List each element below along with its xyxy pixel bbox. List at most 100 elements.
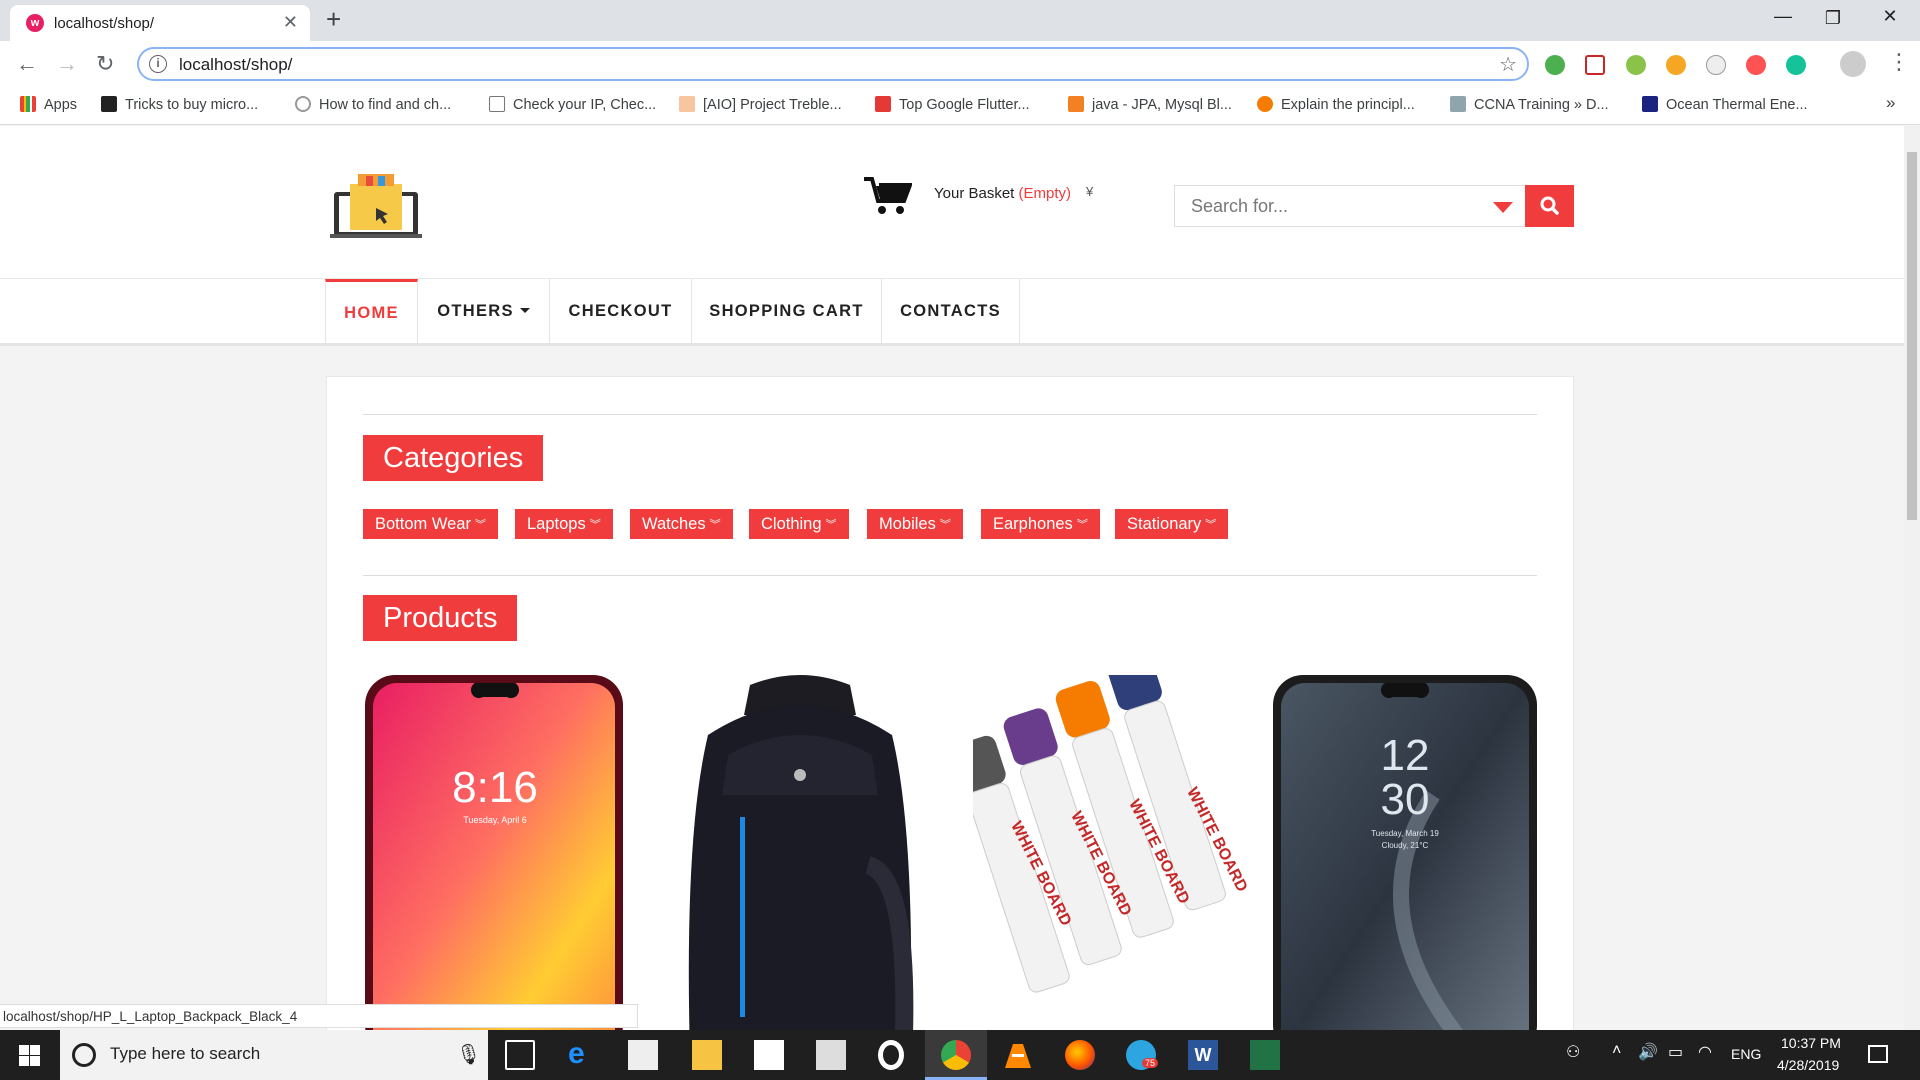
divider bbox=[363, 414, 1537, 415]
people-icon[interactable]: ⚇ bbox=[1566, 1042, 1580, 1062]
chrome-taskbar-active[interactable] bbox=[925, 1030, 987, 1080]
store-icon[interactable] bbox=[628, 1040, 658, 1070]
bookmark-item[interactable]: Tricks to buy micro... bbox=[101, 96, 258, 113]
firefox-icon[interactable] bbox=[1065, 1040, 1095, 1070]
site-info-icon[interactable]: i bbox=[149, 55, 167, 73]
clock-date[interactable]: 4/28/2019 bbox=[1777, 1057, 1839, 1073]
taskbar-search-box[interactable]: Type here to search 🎙 bbox=[60, 1030, 488, 1080]
bookmark-item[interactable]: Ocean Thermal Ene... bbox=[1642, 96, 1808, 113]
nav-shopping-cart[interactable]: SHOPPING CART bbox=[692, 279, 882, 344]
page-scrollbar[interactable] bbox=[1904, 126, 1920, 1030]
apps-grid-icon bbox=[20, 96, 36, 112]
caret-down-icon bbox=[519, 308, 530, 313]
profile-avatar[interactable] bbox=[1840, 51, 1866, 77]
extension-s-icon[interactable] bbox=[1706, 55, 1726, 75]
tray-chevron-icon[interactable]: ˄ bbox=[1612, 1042, 1621, 1060]
wamp-favicon-icon: w bbox=[26, 14, 44, 32]
bookmark-item[interactable]: CCNA Training » D... bbox=[1450, 96, 1609, 113]
category-earphones[interactable]: Earphones ︾ bbox=[981, 509, 1100, 539]
nav-others[interactable]: OTHERS bbox=[418, 279, 550, 344]
extension-pocket-icon[interactable] bbox=[1585, 55, 1605, 75]
bookmark-favicon-icon bbox=[101, 96, 117, 112]
double-chevron-down-icon[interactable]: ¥ bbox=[1086, 184, 1093, 199]
new-tab-button[interactable]: + bbox=[326, 4, 341, 35]
task-view-icon[interactable] bbox=[505, 1040, 535, 1070]
spreadsheet-icon[interactable] bbox=[1250, 1040, 1280, 1070]
mail-icon[interactable] bbox=[754, 1040, 784, 1070]
search-category-dropdown-icon[interactable] bbox=[1493, 202, 1513, 213]
action-center-icon[interactable] bbox=[1868, 1045, 1888, 1063]
clock-time[interactable]: 10:37 PM bbox=[1781, 1035, 1841, 1051]
basket-summary[interactable]: Your Basket (Empty) bbox=[934, 185, 1071, 202]
bookmark-item[interactable]: [AIO] Project Treble... bbox=[679, 96, 842, 113]
search-button[interactable] bbox=[1525, 185, 1574, 227]
forward-arrow-icon[interactable]: → bbox=[56, 51, 78, 77]
bookmarks-bar: Apps Tricks to buy micro... How to find … bbox=[0, 87, 1920, 125]
wifi-icon[interactable]: ◠ bbox=[1698, 1042, 1712, 1062]
bookmark-item[interactable]: java - JPA, Mysql Bl... bbox=[1068, 96, 1232, 113]
bookmark-item[interactable]: How to find and ch... bbox=[295, 96, 451, 113]
phone-clock-date: Tuesday, April 6 bbox=[463, 815, 527, 825]
back-arrow-icon[interactable]: ← bbox=[16, 51, 38, 77]
file-explorer-icon[interactable] bbox=[692, 1040, 722, 1070]
nav-contacts[interactable]: CONTACTS bbox=[882, 279, 1020, 344]
extension-money-icon[interactable] bbox=[1626, 55, 1646, 75]
bookmark-item[interactable]: Explain the principl... bbox=[1257, 96, 1415, 113]
shopping-cart-icon[interactable] bbox=[864, 176, 912, 216]
search-input[interactable] bbox=[1175, 186, 1475, 226]
product-whiteboard-markers[interactable]: WHITE BOARD WHITE BOARD WHITE BOARD WHIT… bbox=[951, 653, 1250, 1030]
minimize-button[interactable]: — bbox=[1763, 6, 1803, 27]
opera-icon[interactable] bbox=[878, 1040, 904, 1070]
web-page: Your Basket (Empty) ¥ HOME OTHERS CHECKO… bbox=[0, 126, 1904, 1030]
category-watches[interactable]: Watches ︾ bbox=[630, 509, 733, 539]
basket-status: (Empty) bbox=[1018, 185, 1072, 202]
bookmark-item[interactable]: Top Google Flutter... bbox=[875, 96, 1030, 113]
page-icon bbox=[489, 96, 505, 112]
windows-start-icon[interactable] bbox=[19, 1045, 40, 1066]
vlc-icon[interactable] bbox=[1003, 1040, 1033, 1070]
search-icon bbox=[295, 96, 311, 112]
extension-cookie-icon[interactable] bbox=[1666, 55, 1686, 75]
bookmarks-overflow-icon[interactable]: » bbox=[1886, 93, 1895, 113]
language-indicator[interactable]: ENG bbox=[1731, 1046, 1761, 1062]
category-stationary[interactable]: Stationary ︾ bbox=[1115, 509, 1229, 539]
phone-clock-hour: 12 bbox=[1380, 731, 1430, 780]
window-close-button[interactable]: ✕ bbox=[1870, 6, 1910, 27]
close-tab-icon[interactable]: ✕ bbox=[283, 12, 298, 33]
double-chevron-down-icon: ︾ bbox=[1076, 519, 1088, 531]
video-editor-icon[interactable] bbox=[816, 1040, 846, 1070]
nav-checkout[interactable]: CHECKOUT bbox=[550, 279, 692, 344]
shop-logo[interactable] bbox=[330, 172, 422, 238]
telegram-icon[interactable]: 75 bbox=[1126, 1040, 1159, 1070]
battery-icon[interactable]: ▭ bbox=[1668, 1042, 1683, 1062]
extension-globe-icon[interactable] bbox=[1545, 55, 1565, 75]
menu-kebab-icon[interactable]: ⋮ bbox=[1888, 49, 1910, 75]
category-clothing[interactable]: Clothing ︾ bbox=[749, 509, 849, 539]
bookmark-apps[interactable]: Apps bbox=[20, 96, 77, 113]
divider bbox=[363, 575, 1537, 576]
scrollbar-thumb[interactable] bbox=[1907, 152, 1917, 520]
category-mobiles[interactable]: Mobiles ︾ bbox=[867, 509, 963, 539]
restore-button[interactable]: ❐ bbox=[1813, 8, 1853, 29]
product-laptop-backpack[interactable] bbox=[668, 675, 932, 1030]
volume-icon[interactable]: 🔊 bbox=[1638, 1042, 1658, 1062]
edge-browser-icon[interactable]: e bbox=[568, 1039, 598, 1070]
reload-icon[interactable]: ↻ bbox=[96, 51, 114, 77]
product-phone-dark[interactable]: 12 30 Tuesday, March 19 Cloudy, 21°C bbox=[1273, 675, 1537, 1030]
bookmark-item[interactable]: Check your IP, Chec... bbox=[489, 96, 656, 113]
extension-arrow-icon[interactable] bbox=[1746, 55, 1766, 75]
phone-weather: Cloudy, 21°C bbox=[1381, 841, 1429, 850]
main-nav: HOME OTHERS CHECKOUT SHOPPING CART CONTA… bbox=[0, 278, 1904, 346]
microphone-icon[interactable]: 🎙 bbox=[456, 1042, 481, 1067]
bookmark-favicon-icon bbox=[1642, 96, 1658, 112]
nav-home[interactable]: HOME bbox=[325, 279, 418, 344]
browser-tab[interactable]: w localhost/shop/ ✕ bbox=[10, 5, 310, 41]
word-icon[interactable]: W bbox=[1188, 1040, 1218, 1070]
address-bar[interactable]: i localhost/shop/ ☆ bbox=[137, 47, 1529, 81]
product-phone-red[interactable]: 8:16 Tuesday, April 6 bbox=[363, 675, 627, 1030]
bookmark-star-icon[interactable]: ☆ bbox=[1499, 52, 1517, 77]
category-bottom-wear[interactable]: Bottom Wear ︾ bbox=[363, 509, 498, 539]
grammarly-icon[interactable] bbox=[1786, 55, 1806, 75]
double-chevron-down-icon: ︾ bbox=[825, 519, 837, 531]
category-laptops[interactable]: Laptops ︾ bbox=[515, 509, 613, 539]
